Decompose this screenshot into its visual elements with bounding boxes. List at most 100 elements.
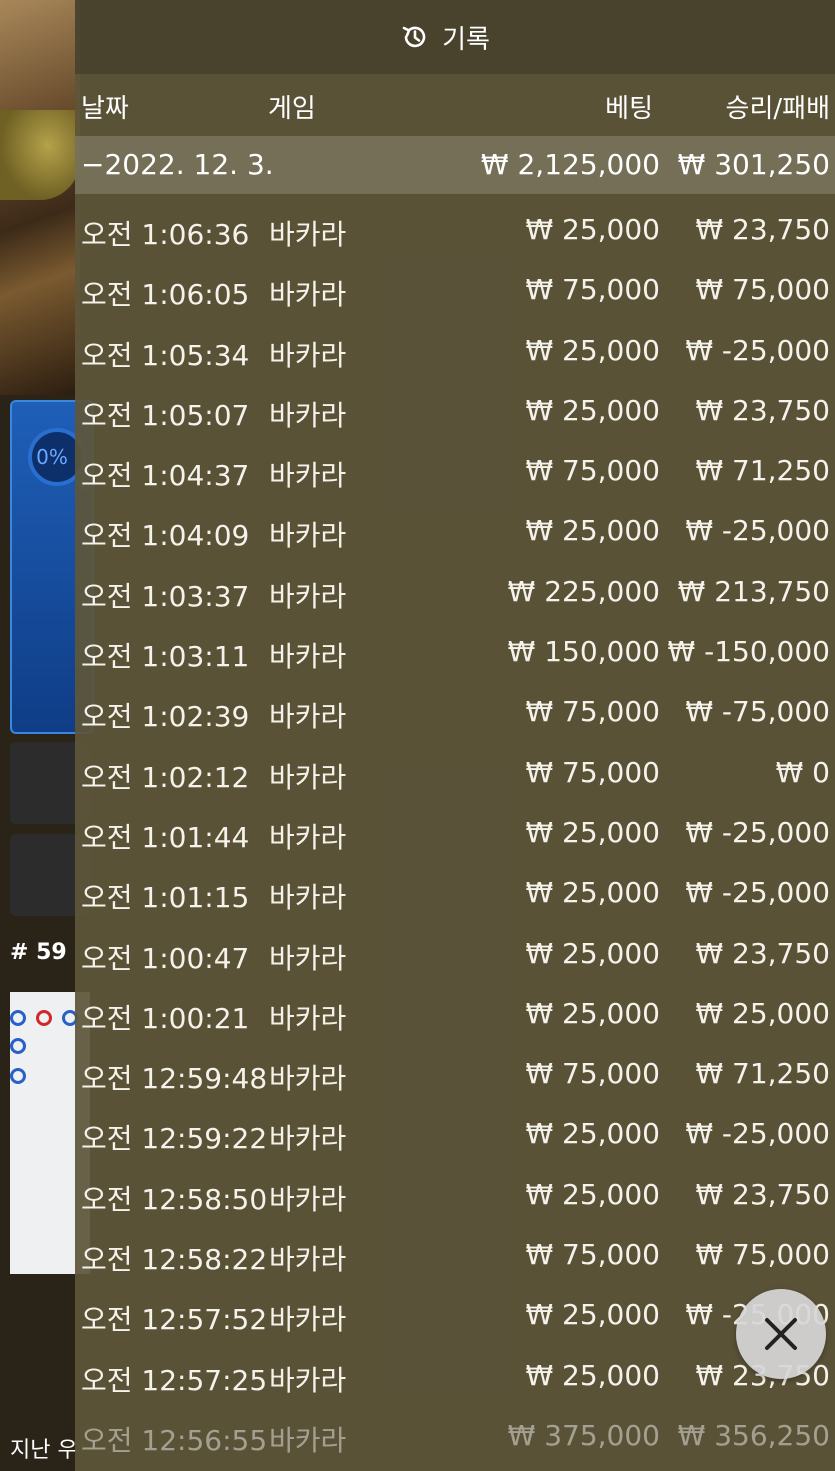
history-row[interactable]: 오전 1:01:44 바카라 ₩ 25,000 ₩ -25,000 bbox=[75, 804, 835, 864]
row-game: 바카라 bbox=[269, 1001, 347, 1035]
row-result: ₩ -25,000 bbox=[685, 333, 830, 367]
history-row[interactable]: 오전 1:04:37 바카라 ₩ 75,000 ₩ 71,250 bbox=[75, 442, 835, 502]
history-row[interactable]: 오전 12:59:48 바카라 ₩ 75,000 ₩ 71,250 bbox=[75, 1045, 835, 1105]
row-time: 오전 1:02:12 bbox=[81, 760, 250, 794]
close-button[interactable] bbox=[736, 1289, 826, 1379]
row-bet: ₩ 375,000 bbox=[507, 1418, 660, 1452]
history-row[interactable]: 오전 1:06:36 바카라 ₩ 25,000 ₩ 23,750 bbox=[75, 201, 835, 261]
history-icon bbox=[402, 26, 426, 48]
row-time: 오전 12:57:25 bbox=[81, 1363, 268, 1397]
column-game: 게임 bbox=[268, 94, 316, 124]
column-result: 승리/패배 bbox=[725, 94, 830, 124]
row-result: ₩ -25,000 bbox=[685, 1117, 830, 1151]
history-row[interactable]: 오전 1:05:34 바카라 ₩ 25,000 ₩ -25,000 bbox=[75, 322, 835, 382]
column-header: 날짜 게임 베팅 승리/패배 bbox=[75, 74, 835, 136]
history-row[interactable]: 오전 1:00:21 바카라 ₩ 25,000 ₩ 25,000 bbox=[75, 985, 835, 1045]
row-game: 바카라 bbox=[269, 338, 347, 372]
history-row[interactable]: 오전 12:58:50 바카라 ₩ 25,000 ₩ 23,750 bbox=[75, 1166, 835, 1226]
row-time: 오전 12:56:55 bbox=[81, 1423, 268, 1457]
column-bet: 베팅 bbox=[605, 94, 653, 124]
history-row[interactable]: 오전 1:02:12 바카라 ₩ 75,000 ₩ 0 bbox=[75, 744, 835, 804]
row-game: 바카라 bbox=[269, 1122, 347, 1156]
row-result: ₩ 23,750 bbox=[695, 393, 830, 427]
row-time: 오전 12:59:22 bbox=[81, 1122, 268, 1156]
row-bet: ₩ 25,000 bbox=[525, 876, 660, 910]
row-result: ₩ -25,000 bbox=[685, 876, 830, 910]
row-time: 오전 1:01:44 bbox=[81, 820, 250, 854]
history-row[interactable]: 오전 1:05:07 바카라 ₩ 25,000 ₩ 23,750 bbox=[75, 382, 835, 442]
row-bet: ₩ 225,000 bbox=[507, 574, 660, 608]
row-bet: ₩ 25,000 bbox=[525, 213, 660, 246]
row-game: 바카라 bbox=[269, 1303, 347, 1337]
row-game: 바카라 bbox=[269, 881, 347, 915]
history-row[interactable]: 오전 12:58:22 바카라 ₩ 75,000 ₩ 75,000 bbox=[75, 1226, 835, 1286]
row-time: 오전 1:06:36 bbox=[81, 218, 250, 251]
round-number: # 59 bbox=[10, 940, 67, 965]
row-game: 바카라 bbox=[269, 218, 347, 251]
row-bet: ₩ 25,000 bbox=[525, 1177, 660, 1211]
row-bet: ₩ 25,000 bbox=[525, 393, 660, 427]
history-row[interactable]: 오전 1:03:37 바카라 ₩ 225,000 ₩ 213,750 bbox=[75, 563, 835, 623]
history-row[interactable]: 오전 12:57:52바카라₩ 25,000₩ -25,000 bbox=[75, 1286, 835, 1346]
date-group-row[interactable]: −2022. 12. 3. ₩ 2,125,000 ₩ 301,250 bbox=[75, 136, 835, 194]
history-row[interactable]: 오전 12:56:55 바카라 ₩ 375,000 ₩ 356,250 bbox=[75, 1407, 835, 1467]
history-row[interactable]: 오전 1:06:05 바카라 ₩ 75,000 ₩ 75,000 bbox=[75, 261, 835, 321]
row-game: 바카라 bbox=[269, 1182, 347, 1216]
row-result: ₩ 71,250 bbox=[695, 454, 830, 488]
row-bet: ₩ 25,000 bbox=[525, 333, 660, 367]
row-result: ₩ 23,750 bbox=[695, 213, 830, 246]
group-result-total: ₩ 301,250 bbox=[677, 148, 830, 181]
row-time: 오전 1:05:34 bbox=[81, 338, 250, 372]
row-bet: ₩ 75,000 bbox=[525, 1057, 660, 1091]
row-game: 바카라 bbox=[269, 941, 347, 975]
row-time: 오전 1:04:09 bbox=[81, 519, 250, 553]
row-bet: ₩ 25,000 bbox=[525, 996, 660, 1030]
row-game: 바카라 bbox=[269, 640, 347, 674]
row-bet: ₩ 75,000 bbox=[525, 273, 660, 307]
row-bet: ₩ 75,000 bbox=[525, 695, 660, 729]
row-result: ₩ 71,250 bbox=[695, 1057, 830, 1091]
row-result: ₩ 356,250 bbox=[677, 1418, 830, 1452]
row-result: ₩ 213,750 bbox=[677, 574, 830, 608]
row-bet: ₩ 25,000 bbox=[525, 1117, 660, 1151]
row-time: 오전 1:00:47 bbox=[81, 941, 250, 975]
close-icon bbox=[765, 1318, 797, 1350]
row-result: ₩ 75,000 bbox=[695, 273, 830, 307]
row-game: 바카라 bbox=[269, 398, 347, 432]
row-result: ₩ -75,000 bbox=[685, 695, 830, 729]
last-results-label: 지난 우 bbox=[10, 1438, 78, 1463]
history-row[interactable]: 오전 1:03:11 바카라 ₩ 150,000 ₩ -150,000 bbox=[75, 623, 835, 683]
row-bet: ₩ 150,000 bbox=[507, 635, 660, 669]
history-row[interactable]: 오전 12:57:25바카라₩ 25,000₩ 23,750 bbox=[75, 1347, 835, 1407]
row-time: 오전 12:58:22 bbox=[81, 1243, 268, 1277]
row-game: 바카라 bbox=[269, 459, 347, 493]
row-time: 오전 12:59:48 bbox=[81, 1062, 268, 1096]
row-bet: ₩ 25,000 bbox=[525, 1358, 660, 1392]
row-game: 바카라 bbox=[269, 579, 347, 613]
row-result: ₩ 23,750 bbox=[695, 936, 830, 970]
row-result: ₩ 0 bbox=[775, 755, 830, 789]
history-row[interactable]: 오전 1:01:15 바카라 ₩ 25,000 ₩ -25,000 bbox=[75, 864, 835, 924]
row-bet: ₩ 25,000 bbox=[525, 815, 660, 849]
row-time: 오전 1:02:39 bbox=[81, 700, 250, 734]
row-result: ₩ 23,750 bbox=[695, 1177, 830, 1211]
row-time: 오전 1:04:37 bbox=[81, 459, 250, 493]
panel-title: 기록 bbox=[442, 24, 490, 55]
row-game: 바카라 bbox=[269, 700, 347, 734]
row-bet: ₩ 25,000 bbox=[525, 1298, 660, 1332]
row-game: 바카라 bbox=[269, 1243, 347, 1277]
row-bet: ₩ 25,000 bbox=[525, 514, 660, 548]
row-time: 오전 12:58:50 bbox=[81, 1182, 268, 1216]
row-result: ₩ -150,000 bbox=[667, 635, 830, 669]
row-game: 바카라 bbox=[269, 278, 347, 312]
history-list[interactable]: 오전 1:06:36 바카라 ₩ 25,000 ₩ 23,750 오전 1:06:05 바… bbox=[75, 201, 835, 1467]
row-time: 오전 1:06:05 bbox=[81, 278, 250, 312]
history-row[interactable]: 오전 1:04:09 바카라 ₩ 25,000 ₩ -25,000 bbox=[75, 502, 835, 562]
row-game: 바카라 bbox=[269, 1423, 347, 1457]
history-row[interactable]: 오전 1:02:39 바카라 ₩ 75,000 ₩ -75,000 bbox=[75, 683, 835, 743]
group-bet-total: ₩ 2,125,000 bbox=[480, 148, 660, 181]
history-row[interactable]: 오전 12:59:22 바카라 ₩ 25,000 ₩ -25,000 bbox=[75, 1105, 835, 1165]
row-game: 바카라 bbox=[269, 1363, 347, 1397]
table-surface bbox=[0, 110, 80, 200]
history-row[interactable]: 오전 1:00:47 바카라 ₩ 25,000 ₩ 23,750 bbox=[75, 925, 835, 985]
